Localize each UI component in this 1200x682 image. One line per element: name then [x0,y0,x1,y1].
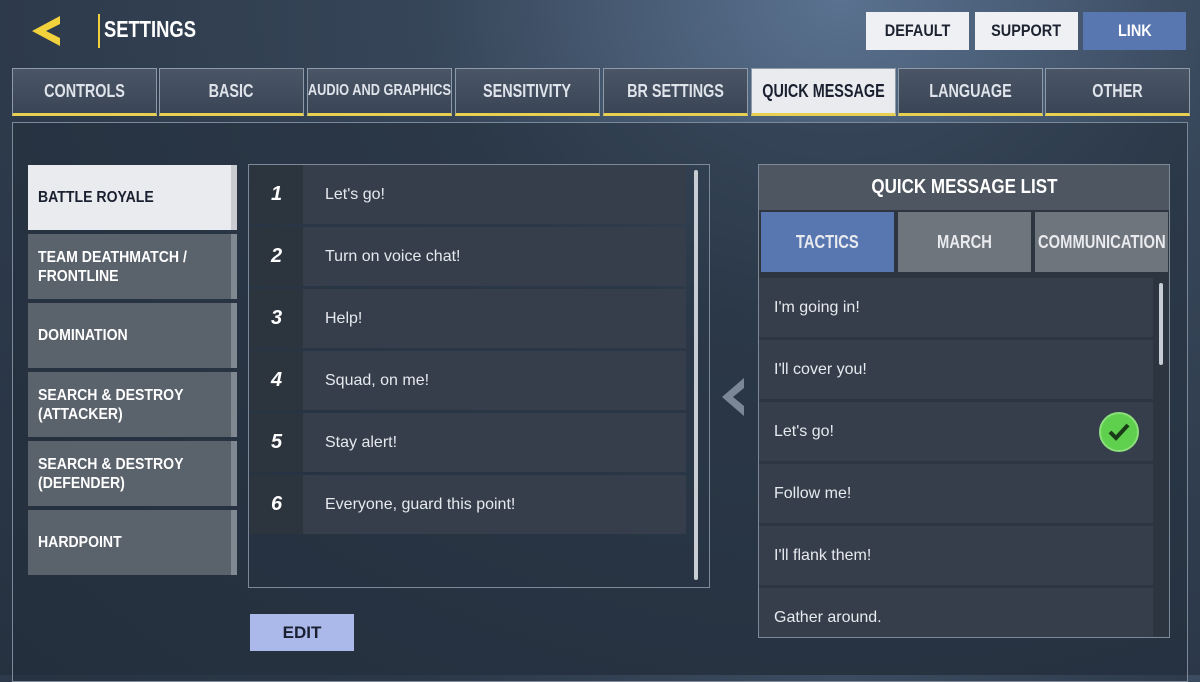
tab-quick-message[interactable]: QUICK MESSAGE [751,68,896,116]
slot-number: 1 [250,165,303,224]
mode-sd-attacker[interactable]: SEARCH & DESTROY (ATTACKER) [28,372,237,437]
slot-text: Turn on voice chat! [325,247,461,265]
default-label: DEFAULT [884,21,951,40]
tab-label: COMMUNICATION [1037,231,1166,252]
tab-label: BR SETTINGS [627,80,724,101]
tab-label: CONTROLS [44,80,125,101]
default-button[interactable]: DEFAULT [866,12,969,50]
message-text: Gather around. [774,608,882,626]
tab-communication[interactable]: COMMUNICATION [1035,212,1168,272]
quick-list-title: QUICK MESSAGE LIST [759,165,1169,210]
slot-number: 4 [250,351,303,410]
message-text: I'll flank them! [774,546,872,564]
message-item[interactable]: I'm going in! [759,278,1153,337]
mode-label: DOMINATION [38,327,128,344]
chevron-left-icon [32,16,60,46]
tab-label: OTHER [1092,80,1143,101]
message-item[interactable]: Gather around. [759,588,1153,637]
tab-march[interactable]: MARCH [898,212,1031,272]
support-button[interactable]: SUPPORT [975,12,1078,50]
slot-row[interactable]: 3 Help! [250,289,686,348]
tab-controls[interactable]: CONTROLS [12,68,157,116]
tab-other[interactable]: OTHER [1045,68,1190,116]
message-item[interactable]: I'll cover you! [759,340,1153,399]
slot-row[interactable]: 1 Let's go! [250,165,686,224]
tab-language[interactable]: LANGUAGE [898,68,1043,116]
message-text: Follow me! [774,484,852,502]
page-title: SETTINGS [104,16,197,42]
tab-label: BASIC [209,80,254,101]
quick-list-title-text: QUICK MESSAGE LIST [870,176,1058,198]
slot-number: 3 [250,289,303,348]
back-button[interactable]: SETTINGS [30,10,196,52]
tab-label: AUDIO AND GRAPHICS [307,82,452,99]
slot-number: 6 [250,475,303,534]
tab-label: TACTICS [796,231,859,252]
tab-basic[interactable]: BASIC [159,68,304,116]
tab-label: SENSITIVITY [483,80,572,101]
tab-label: LANGUAGE [929,80,1012,101]
chevron-left-icon[interactable] [720,378,746,416]
message-item[interactable]: Let's go! [759,402,1153,461]
slot-text: Stay alert! [325,433,398,451]
mode-label: SEARCH & DESTROY (DEFENDER) [38,455,184,492]
slot-scrollbar[interactable] [694,170,698,580]
mode-label: TEAM DEATHMATCH / FRONTLINE [38,248,187,285]
slot-row[interactable]: 2 Turn on voice chat! [250,227,686,286]
check-icon [1099,412,1139,452]
divider [98,14,100,48]
message-item[interactable]: Follow me! [759,464,1153,523]
slot-row[interactable]: 5 Stay alert! [250,413,686,472]
mode-label: SEARCH & DESTROY (ATTACKER) [38,386,184,423]
slot-text: Help! [325,309,363,327]
slot-number: 5 [250,413,303,472]
slot-number: 2 [250,227,303,286]
message-text: I'll cover you! [774,360,867,378]
tab-tactics[interactable]: TACTICS [761,212,894,272]
tab-sensitivity[interactable]: SENSITIVITY [455,68,600,116]
slot-row[interactable]: 4 Squad, on me! [250,351,686,410]
link-button[interactable]: LINK [1083,12,1186,50]
mode-battle-royale[interactable]: BATTLE ROYALE [28,165,237,230]
slot-text: Everyone, guard this point! [325,495,516,513]
mode-hardpoint[interactable]: HARDPOINT [28,510,237,575]
message-item[interactable]: I'll flank them! [759,526,1153,585]
edit-label: EDIT [282,622,322,642]
message-scrollbar[interactable] [1159,283,1163,365]
mode-domination[interactable]: DOMINATION [28,303,237,368]
message-text: Let's go! [774,422,834,440]
mode-team-deathmatch[interactable]: TEAM DEATHMATCH / FRONTLINE [28,234,237,299]
support-label: SUPPORT [991,21,1062,40]
tab-label: QUICK MESSAGE [762,80,885,101]
link-label: LINK [1117,21,1152,40]
message-text: I'm going in! [774,298,860,316]
tab-label: MARCH [937,231,992,252]
mode-label: BATTLE ROYALE [38,189,154,206]
tab-audio-graphics[interactable]: AUDIO AND GRAPHICS [307,68,452,116]
mode-sd-defender[interactable]: SEARCH & DESTROY (DEFENDER) [28,441,237,506]
tab-br-settings[interactable]: BR SETTINGS [603,68,748,116]
mode-label: HARDPOINT [38,534,122,551]
slot-text: Squad, on me! [325,371,430,389]
slot-text: Let's go! [325,185,385,203]
quick-message-list: QUICK MESSAGE LIST TACTICS MARCH COMMUNI… [758,164,1170,638]
edit-button[interactable]: EDIT [250,614,354,651]
slot-row[interactable]: 6 Everyone, guard this point! [250,475,686,534]
